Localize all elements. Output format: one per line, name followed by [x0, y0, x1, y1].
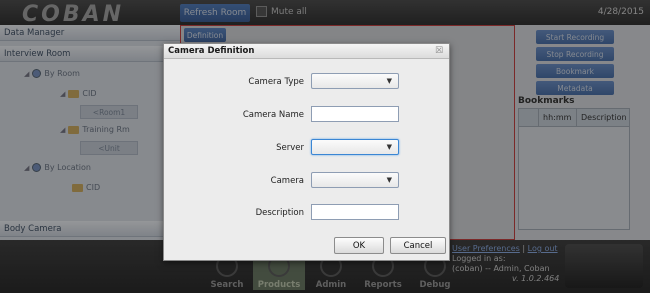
server-select[interactable]: ▼ [311, 139, 399, 155]
close-icon[interactable]: ☒ [433, 45, 445, 57]
camera-name-label: Camera Name [242, 110, 304, 120]
chevron-down-icon: ▼ [386, 77, 392, 85]
server-label: Server [276, 143, 304, 153]
camera-name-input[interactable] [311, 106, 399, 122]
ok-button[interactable]: OK [334, 237, 384, 254]
camera-label: Camera [270, 176, 304, 186]
dialog-title: Camera Definition [164, 44, 449, 59]
description-input[interactable] [311, 204, 399, 220]
chevron-down-icon: ▼ [386, 176, 392, 184]
camera-type-label: Camera Type [248, 77, 304, 87]
cancel-button[interactable]: Cancel [390, 237, 446, 254]
camera-type-select[interactable]: ▼ [311, 73, 399, 89]
camera-definition-dialog: Camera Definition ☒ Camera Type ▼ Camera… [163, 43, 450, 261]
description-label: Description [255, 208, 304, 218]
chevron-down-icon: ▼ [386, 143, 392, 151]
camera-select[interactable]: ▼ [311, 172, 399, 188]
